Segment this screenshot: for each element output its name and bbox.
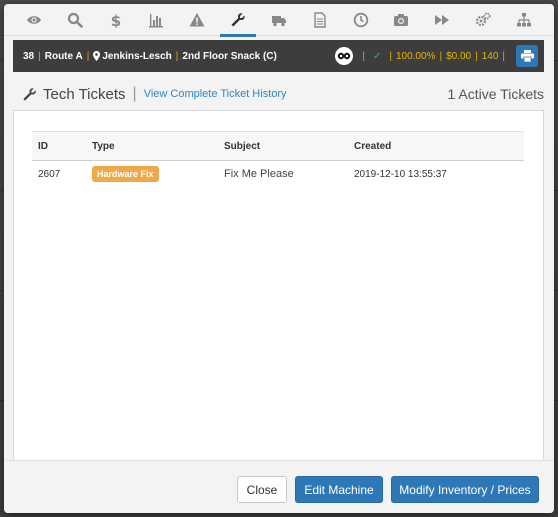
ticket-subject: Fix Me Please <box>224 168 294 180</box>
owl-icon <box>335 47 354 65</box>
title-divider: | <box>132 85 137 102</box>
tickets-panel: ID Type Subject Created 2607 Hardware Fi… <box>13 110 544 470</box>
separator: | <box>362 50 365 62</box>
modify-inventory-button[interactable]: Modify Inventory / Prices <box>391 476 539 503</box>
machine-amount: $0.00 <box>446 50 472 62</box>
edit-machine-button[interactable]: Edit Machine <box>295 476 383 503</box>
document-icon[interactable] <box>302 4 338 36</box>
check-icon: ✓ <box>372 50 382 62</box>
truck-icon[interactable] <box>261 4 297 36</box>
machine-location: Jenkins-Lesch <box>102 50 172 62</box>
machine-route: Route A <box>44 50 83 62</box>
machine-name: 2nd Floor Snack (C) <box>182 50 277 62</box>
separator: | <box>175 50 179 62</box>
print-icon <box>520 50 534 62</box>
table-row[interactable]: 2607 Hardware Fix Fix Me Please 2019-12-… <box>32 161 524 188</box>
bar-chart-icon[interactable] <box>138 4 174 36</box>
table-header-row: ID Type Subject Created <box>32 131 524 161</box>
print-button[interactable] <box>516 45 538 67</box>
gears-icon[interactable] <box>465 4 501 36</box>
sitemap-icon[interactable] <box>506 4 542 36</box>
warning-icon[interactable] <box>179 4 215 36</box>
separator: | <box>38 50 41 62</box>
eye-icon[interactable] <box>16 4 52 36</box>
ticket-history-link[interactable]: View Complete Ticket History <box>144 88 287 100</box>
map-marker-icon <box>93 51 101 61</box>
page-title: Tech Tickets <box>43 85 126 103</box>
separator: | <box>502 50 505 62</box>
separator: | <box>389 50 392 62</box>
column-header-id: ID <box>32 131 86 161</box>
camera-icon[interactable] <box>383 4 419 36</box>
machine-percent: 100.00% <box>395 50 436 62</box>
machine-id: 38 <box>23 50 35 62</box>
active-ticket-count: 1 Active Tickets <box>447 86 544 102</box>
machine-modal: $ 38 | Route A | Jenkins-Lesch | 2nd Flo… <box>4 4 554 513</box>
separator: | <box>475 50 478 62</box>
svg-text:$: $ <box>110 12 120 28</box>
column-header-created: Created <box>348 131 524 161</box>
tickets-table: ID Type Subject Created 2607 Hardware Fi… <box>32 131 524 187</box>
machine-info-bar: 38 | Route A | Jenkins-Lesch | 2nd Floor… <box>13 40 544 72</box>
icon-tab-bar: $ <box>4 4 554 37</box>
modal-footer: Close Edit Machine Modify Inventory / Pr… <box>4 460 554 513</box>
ticket-id: 2607 <box>38 168 61 180</box>
clock-icon[interactable] <box>343 4 379 36</box>
separator: | <box>86 50 90 62</box>
machine-count: 140 <box>481 50 499 62</box>
section-header: Tech Tickets | View Complete Ticket Hist… <box>22 82 544 106</box>
machine-stats: | ✓ | 100.00% | $0.00 | 140 | <box>335 40 538 72</box>
column-header-subject: Subject <box>218 131 348 161</box>
ticket-created: 2019-12-10 13:55:37 <box>354 168 447 180</box>
close-button[interactable]: Close <box>237 476 287 503</box>
ticket-type-cell: Hardware Fix <box>86 161 218 188</box>
dollar-icon[interactable]: $ <box>98 4 134 36</box>
fast-forward-icon[interactable] <box>424 4 460 36</box>
column-header-type: Type <box>86 131 218 161</box>
search-icon[interactable] <box>57 4 93 36</box>
wrench-icon[interactable] <box>220 4 257 37</box>
ticket-type-badge: Hardware Fix <box>92 166 159 182</box>
separator: | <box>439 50 443 62</box>
wrench-icon <box>22 87 37 102</box>
